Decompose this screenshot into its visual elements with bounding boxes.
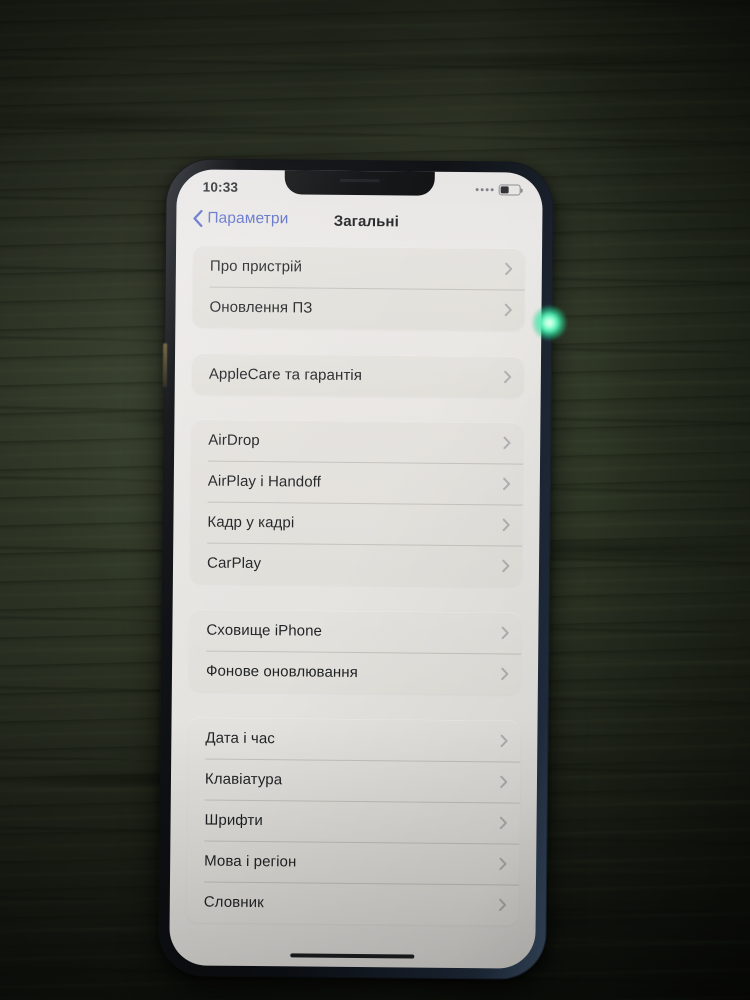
list-item[interactable]: Мова і регіон <box>187 840 519 884</box>
list-item-label: Шрифти <box>204 811 264 830</box>
list-item[interactable]: Кадр у кадрі <box>190 501 522 545</box>
chevron-right-icon <box>501 626 509 640</box>
list-item[interactable]: Фонове оновлювання <box>189 650 521 694</box>
chevron-right-icon <box>499 857 507 871</box>
page-title: Загальні <box>333 212 399 231</box>
list-item-label: Словник <box>203 893 264 912</box>
settings-group-connectivity: AirDrop AirPlay i Handoff Кадр у кадрі C… <box>189 419 524 587</box>
list-item-label: Фонове оновлювання <box>205 662 359 682</box>
chevron-right-icon <box>499 898 507 912</box>
list-item-label: Кадр у кадрі <box>207 513 295 532</box>
chevron-right-icon <box>505 262 513 276</box>
list-item-label: Сховище iPhone <box>206 621 323 640</box>
list-item-label: Оновлення ПЗ <box>209 298 313 317</box>
list-item-label: AppleCare та гарантія <box>208 365 363 385</box>
settings-group-storage: Сховище iPhone Фонове оновлювання <box>188 609 522 695</box>
chevron-right-icon <box>501 667 509 681</box>
battery-icon <box>498 183 521 196</box>
list-item[interactable]: Шрифти <box>187 799 519 843</box>
status-bar-indicators <box>475 183 521 196</box>
settings-group-device: Про пристрій Оновлення ПЗ <box>192 245 526 331</box>
side-button-glint <box>162 343 168 388</box>
chevron-right-icon <box>500 775 508 789</box>
chevron-right-icon <box>502 518 510 532</box>
list-item[interactable]: Словник <box>187 881 519 925</box>
list-item[interactable]: AirDrop <box>191 419 523 463</box>
list-item[interactable]: Клавіатура <box>188 758 520 802</box>
settings-group-applecare: AppleCare та гарантія <box>191 353 525 398</box>
display-notch <box>284 169 435 196</box>
list-item-label: Дата і час <box>205 729 275 748</box>
list-item-label: Клавіатура <box>204 770 283 789</box>
settings-list[interactable]: Про пристрій Оновлення ПЗ AppleCare та г… <box>169 245 542 968</box>
list-item[interactable]: Сховище iPhone <box>189 609 521 653</box>
list-item[interactable]: Оновлення ПЗ <box>192 286 524 330</box>
chevron-right-icon <box>503 436 511 450</box>
device-screen: 10:33 Параметри Загальні Про пристрій Он… <box>169 169 543 969</box>
signal-dots-icon <box>475 187 494 191</box>
chevron-right-icon <box>502 559 510 573</box>
chevron-right-icon <box>499 816 507 830</box>
chevron-right-icon <box>504 303 512 317</box>
battery-fill <box>500 185 509 193</box>
list-item-label: Мова і регіон <box>204 852 297 871</box>
list-item[interactable]: AirPlay i Handoff <box>191 460 523 504</box>
list-item[interactable]: Дата і час <box>188 717 520 761</box>
settings-group-localization: Дата і час Клавіатура Шрифти Мова і регі… <box>186 717 521 926</box>
list-item-label: CarPlay <box>206 554 262 573</box>
list-item[interactable]: AppleCare та гарантія <box>192 353 524 397</box>
earpiece-speaker-icon <box>339 178 380 183</box>
list-item-label: Про пристрій <box>209 257 303 276</box>
chevron-right-icon <box>504 370 512 384</box>
chevron-right-icon <box>503 477 511 491</box>
list-item-label: AirPlay i Handoff <box>207 472 322 491</box>
iphone-device: 10:33 Параметри Загальні Про пристрій Он… <box>158 158 567 980</box>
list-item-label: AirDrop <box>208 431 260 450</box>
list-item[interactable]: CarPlay <box>190 542 522 586</box>
chevron-right-icon <box>500 734 508 748</box>
navigation-bar: Параметри Загальні <box>176 203 542 249</box>
status-bar-time: 10:33 <box>202 179 239 195</box>
photo-scene: 10:33 Параметри Загальні Про пристрій Он… <box>0 0 750 1000</box>
list-item[interactable]: Про пристрій <box>193 245 525 289</box>
